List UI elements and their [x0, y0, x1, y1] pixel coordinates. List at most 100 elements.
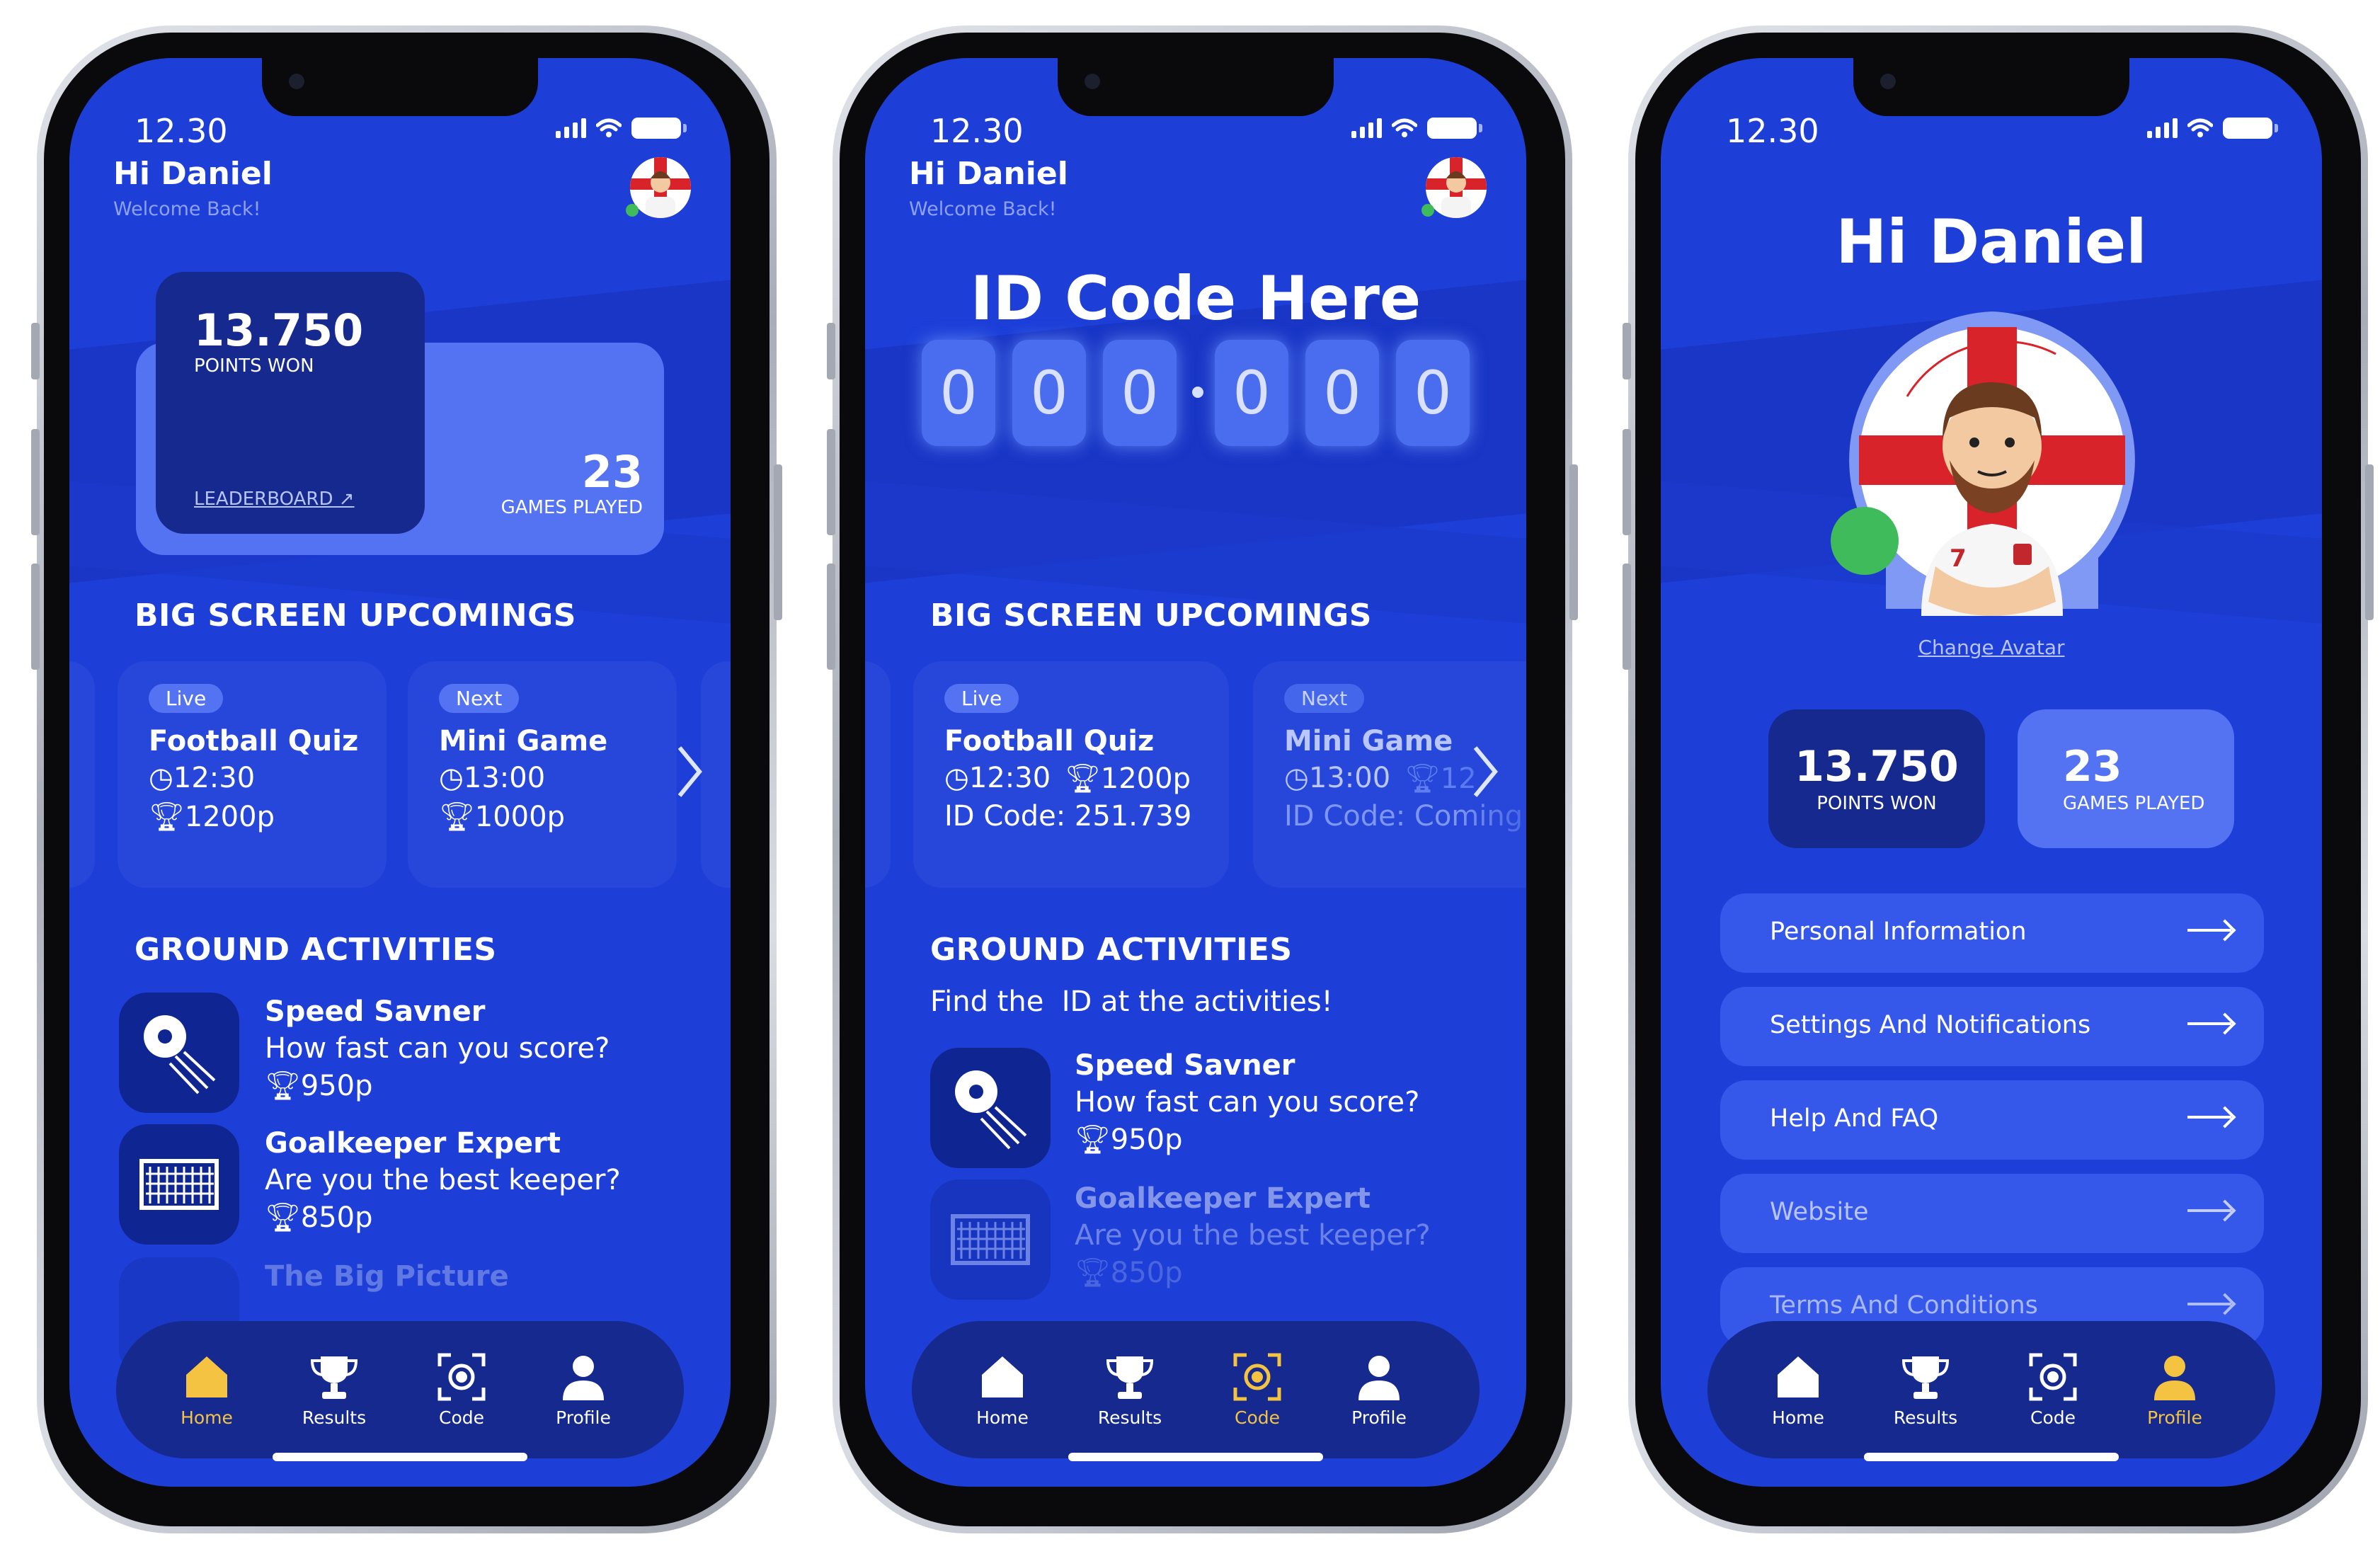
- card-title: Mini Game: [1284, 725, 1453, 758]
- nav-profile[interactable]: Profile: [534, 1352, 633, 1428]
- trophy-icon: [1901, 1356, 1950, 1399]
- card-time: ◷12:30: [149, 762, 256, 794]
- home-indicator[interactable]: [1068, 1453, 1323, 1461]
- signal-icon: [1351, 118, 1382, 138]
- trophy-icon: 🏆︎: [265, 1201, 301, 1234]
- code-digit[interactable]: 0: [1012, 340, 1086, 446]
- home-icon: [186, 1356, 227, 1397]
- home-indicator[interactable]: [1864, 1453, 2119, 1461]
- nav-results[interactable]: Results: [1080, 1352, 1179, 1428]
- scan-icon: [2029, 1353, 2077, 1401]
- activity-points: 🏆︎950p: [265, 1070, 373, 1102]
- status-icons: [2147, 118, 2278, 139]
- nav-home[interactable]: Home: [953, 1352, 1052, 1428]
- avatar[interactable]: [1426, 157, 1487, 218]
- speed-activity-icon[interactable]: [119, 993, 239, 1113]
- goal-activity-icon[interactable]: [930, 1179, 1051, 1300]
- code-digit[interactable]: 0: [1305, 340, 1379, 446]
- status-icons: [556, 118, 687, 139]
- nav-code[interactable]: Code: [412, 1352, 511, 1428]
- profile-avatar[interactable]: 7: [1843, 311, 2141, 623]
- menu-help[interactable]: Help And FAQ: [1720, 1080, 2264, 1160]
- profile-screen: 12.30 Hi Daniel 7 Change Avatar 13.750 P…: [1661, 58, 2322, 1487]
- arrow-right-icon: [2187, 929, 2231, 932]
- trophy-icon: 🏆︎: [1075, 1124, 1111, 1156]
- ground-title: GROUND ACTIVITIES: [135, 932, 497, 968]
- profile-icon: [1358, 1356, 1400, 1400]
- welcome-text: Welcome Back!: [909, 198, 1057, 220]
- live-badge: Live: [944, 684, 1019, 713]
- nav-results[interactable]: Results: [1876, 1352, 1975, 1428]
- leaderboard-label: LEADERBOARD: [194, 488, 333, 510]
- trophy-icon: 🏆︎: [439, 801, 475, 833]
- goal-activity-icon[interactable]: [119, 1124, 239, 1245]
- clock-icon: ◷: [439, 762, 464, 794]
- leaderboard-link[interactable]: LEADERBOARD ↗: [194, 488, 355, 510]
- menu-website[interactable]: Website: [1720, 1174, 2264, 1253]
- chevron-right-icon[interactable]: [675, 743, 704, 800]
- wifi-icon: [1392, 118, 1417, 137]
- notch: [1853, 58, 2129, 116]
- nav-home[interactable]: Home: [1749, 1352, 1848, 1428]
- battery-icon: [1427, 118, 1482, 139]
- activity-title: Goalkeeper Expert: [1075, 1182, 1371, 1215]
- wifi-icon: [596, 118, 622, 137]
- avatar[interactable]: [630, 157, 691, 218]
- card-partial-right: [701, 661, 731, 888]
- nav-code[interactable]: Code: [1208, 1352, 1307, 1428]
- menu-personal-info[interactable]: Personal Information: [1720, 893, 2264, 973]
- upcoming-card[interactable]: Live Football Quiz ◷12:30 🏆︎1200p: [118, 661, 387, 888]
- home-indicator[interactable]: [273, 1453, 527, 1461]
- upcoming-card[interactable]: Next Mini Game ◷13:00 🏆︎1000p: [408, 661, 677, 888]
- card-time: ◷13:00: [439, 762, 546, 794]
- nav-profile[interactable]: Profile: [1329, 1352, 1429, 1428]
- change-avatar-link[interactable]: Change Avatar: [1661, 636, 2322, 659]
- games-label: GAMES PLAYED: [500, 497, 643, 518]
- card-points: 🏆︎1200p: [149, 801, 275, 833]
- nav-home[interactable]: Home: [157, 1352, 256, 1428]
- next-badge: Next: [1284, 684, 1365, 713]
- nav-code[interactable]: Code: [2003, 1352, 2102, 1428]
- status-time: 12.30: [1726, 112, 1819, 150]
- arrow-right-icon: [2187, 1116, 2231, 1119]
- status-time: 12.30: [135, 112, 228, 150]
- upcomings-title: BIG SCREEN UPCOMINGS: [135, 598, 576, 634]
- bottom-nav: Home Results Code Profile: [116, 1321, 684, 1458]
- arrow-right-icon: [2187, 1022, 2231, 1025]
- nav-profile[interactable]: Profile: [2125, 1352, 2224, 1428]
- activity-subtitle: How fast can you score?: [265, 1032, 610, 1065]
- points-label: POINTS WON: [1817, 793, 1937, 814]
- upcoming-card[interactable]: Live Football Quiz ◷12:30 🏆︎1200p ID Cod…: [913, 661, 1229, 888]
- activity-points: 🏆︎850p: [1075, 1257, 1183, 1289]
- nav-results[interactable]: Results: [285, 1352, 384, 1428]
- speed-activity-icon[interactable]: [930, 1048, 1051, 1168]
- code-digit[interactable]: 0: [1396, 340, 1470, 446]
- games-value: 23: [2063, 742, 2122, 791]
- menu-settings[interactable]: Settings And Notifications: [1720, 987, 2264, 1066]
- code-digit[interactable]: 0: [922, 340, 995, 446]
- code-input[interactable]: 0 0 0 0 0 0: [922, 340, 1488, 446]
- card-time: ◷13:00: [1284, 762, 1391, 794]
- code-digit[interactable]: 0: [1103, 340, 1177, 446]
- card-points: 🏆︎1000p: [439, 801, 565, 833]
- signal-icon: [556, 118, 586, 138]
- jersey-number: 7: [1950, 544, 1967, 573]
- scan-icon: [437, 1353, 486, 1401]
- online-indicator: [626, 204, 639, 217]
- notch: [1058, 58, 1334, 116]
- trophy-icon: [1106, 1356, 1154, 1399]
- live-badge: Live: [149, 684, 224, 713]
- clock-icon: ◷: [149, 762, 173, 794]
- clock-icon: ◷: [944, 762, 969, 794]
- code-digit[interactable]: 0: [1215, 340, 1288, 446]
- greeting: Hi Daniel: [909, 156, 1068, 192]
- phone-code: 12.30 Hi Daniel Welcome Back! ID Code He…: [827, 25, 1578, 1533]
- welcome-text: Welcome Back!: [113, 198, 261, 220]
- online-indicator: [1831, 507, 1899, 575]
- trophy-icon: 🏆︎: [1404, 762, 1441, 795]
- chevron-right-icon[interactable]: [1471, 743, 1499, 800]
- card-id-code: ID Code: 251.739: [944, 800, 1192, 833]
- code-screen: 12.30 Hi Daniel Welcome Back! ID Code He…: [865, 58, 1526, 1487]
- card-title: Mini Game: [439, 725, 608, 758]
- phone-home: 12.30 Hi Daniel Welcome Back! 13.750 POI…: [31, 25, 782, 1533]
